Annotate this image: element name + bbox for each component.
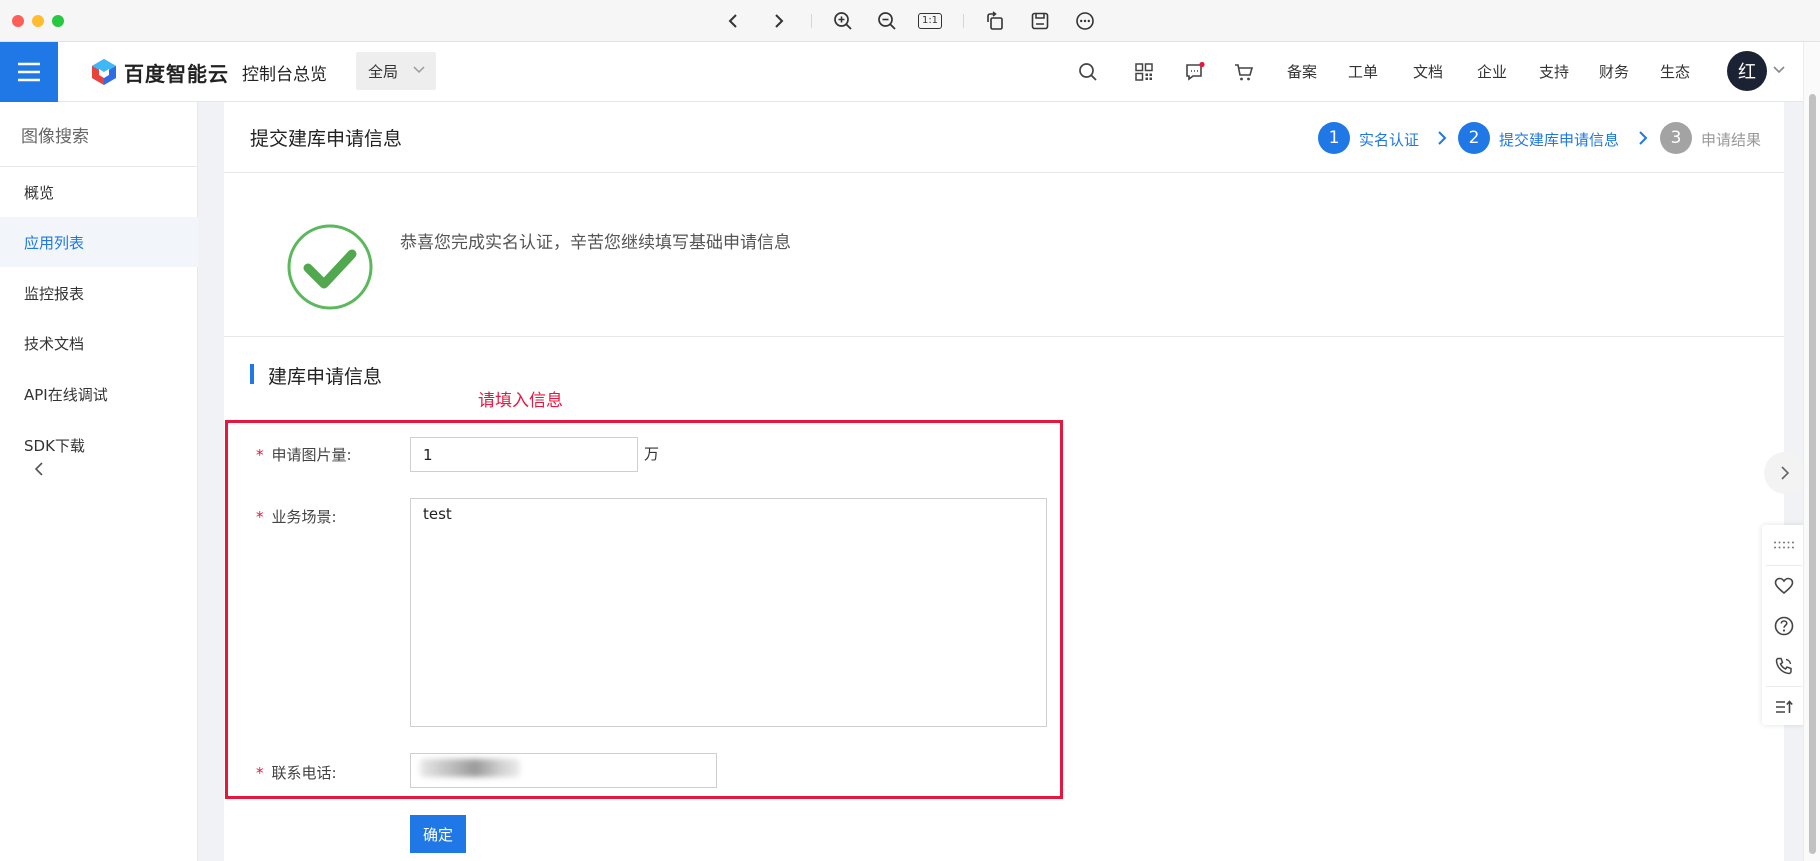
scrollbar-thumb[interactable] (1809, 94, 1816, 854)
confirm-button[interactable]: 确定 (410, 815, 466, 853)
nav-link-finance[interactable]: 财务 (1599, 61, 1629, 82)
chevron-left-icon (34, 462, 43, 476)
floating-toolbar (1762, 525, 1806, 725)
drag-handle-icon[interactable] (1762, 525, 1806, 565)
zoom-out-icon[interactable] (874, 9, 900, 33)
actual-size-label: 1:1 (917, 13, 943, 29)
nav-link-ticket[interactable]: 工单 (1348, 61, 1378, 82)
section-accent-bar (250, 364, 254, 384)
window-zoom-button[interactable] (52, 15, 64, 27)
search-icon[interactable] (1074, 58, 1102, 86)
success-check-icon (287, 224, 373, 310)
region-value: 全局 (368, 62, 399, 81)
top-navigation: 百度智能云 控制台总览 全局 备案 工单 文档 企业 支持 财务 生态 红 (0, 42, 1820, 102)
hamburger-icon (18, 62, 40, 82)
image-count-input[interactable] (410, 437, 638, 472)
chevron-down-icon[interactable] (1772, 64, 1786, 76)
redacted-phone-blur (420, 759, 520, 777)
list-top-icon[interactable] (1762, 687, 1806, 727)
sidebar-title: 图像搜索 (21, 127, 89, 147)
heart-icon[interactable] (1762, 566, 1806, 606)
nav-link-beian[interactable]: 备案 (1287, 61, 1317, 82)
required-mark: * (256, 446, 264, 464)
required-mark: * (256, 764, 264, 782)
page-scrollbar[interactable] (1803, 42, 1820, 861)
nav-link-docs[interactable]: 文档 (1413, 61, 1443, 82)
nav-link-support[interactable]: 支持 (1539, 61, 1569, 82)
image-count-unit: 万 (644, 445, 660, 463)
chevron-down-icon (413, 66, 425, 74)
more-icon[interactable] (1072, 9, 1098, 33)
rotate-icon[interactable] (982, 9, 1008, 33)
zoom-in-icon[interactable] (830, 9, 856, 33)
message-icon[interactable] (1181, 58, 1209, 86)
sidebar: 图像搜索 概览 应用列表 监控报表 技术文档 API在线调试 SDK下载 (0, 102, 198, 861)
chevron-right-icon (1435, 130, 1449, 146)
section-title: 建库申请信息 (268, 366, 383, 388)
step-3-label: 申请结果 (1701, 131, 1762, 149)
annotation-text: 请填入信息 (478, 391, 563, 411)
save-icon[interactable] (1027, 9, 1053, 33)
step-2-label: 提交建库申请信息 (1499, 131, 1620, 149)
logo-text: 百度智能云 (124, 61, 229, 86)
nav-link-enterprise[interactable]: 企业 (1477, 61, 1507, 82)
sidebar-item-app-list[interactable]: 应用列表 (0, 217, 198, 267)
avatar[interactable]: 红 (1727, 51, 1767, 91)
phone-label: * 联系电话: (256, 764, 337, 782)
toolbar-separator (963, 14, 964, 28)
back-icon[interactable] (720, 9, 746, 33)
region-select[interactable]: 全局 (356, 52, 436, 90)
step-2-number: 2 (1458, 122, 1490, 154)
phone-icon[interactable] (1762, 646, 1806, 686)
baidu-cloud-logo-icon (92, 59, 116, 85)
help-icon[interactable] (1762, 606, 1806, 646)
qrcode-icon[interactable] (1130, 58, 1158, 86)
window-titlebar: 1:1 (0, 0, 1820, 42)
window-minimize-button[interactable] (32, 15, 44, 27)
scenario-label: * 业务场景: (256, 508, 337, 526)
nav-link-ecosystem[interactable]: 生态 (1660, 61, 1690, 82)
step-3-number: 3 (1660, 122, 1692, 154)
window-close-button[interactable] (12, 15, 24, 27)
required-mark: * (256, 508, 264, 526)
chevron-right-icon (1781, 466, 1790, 480)
expand-right-button[interactable] (1764, 452, 1806, 494)
scenario-textarea[interactable]: test (410, 498, 1047, 727)
chevron-right-icon (1636, 130, 1650, 146)
step-1-label: 实名认证 (1359, 131, 1420, 149)
sidebar-item-tech-docs[interactable]: 技术文档 (0, 318, 198, 368)
sidebar-item-overview[interactable]: 概览 (0, 167, 198, 217)
success-message: 恭喜您完成实名认证，辛苦您继续填写基础申请信息 (400, 233, 791, 253)
brand-logo[interactable]: 百度智能云 (90, 56, 229, 88)
image-count-label: * 申请图片量: (256, 446, 352, 464)
toolbar-separator (811, 14, 812, 28)
sidebar-item-monitoring[interactable]: 监控报表 (0, 268, 198, 318)
cart-icon[interactable] (1230, 58, 1258, 86)
page-title: 提交建库申请信息 (250, 128, 403, 150)
actual-size-icon[interactable]: 1:1 (917, 9, 943, 33)
step-1-number: 1 (1318, 122, 1350, 154)
section-divider (224, 336, 1784, 337)
forward-icon[interactable] (766, 9, 792, 33)
console-title[interactable]: 控制台总览 (242, 60, 327, 85)
header-divider (224, 172, 1784, 173)
menu-button[interactable] (0, 42, 58, 102)
sidebar-collapse-button[interactable] (28, 458, 50, 480)
sidebar-item-api-debug[interactable]: API在线调试 (0, 369, 198, 419)
